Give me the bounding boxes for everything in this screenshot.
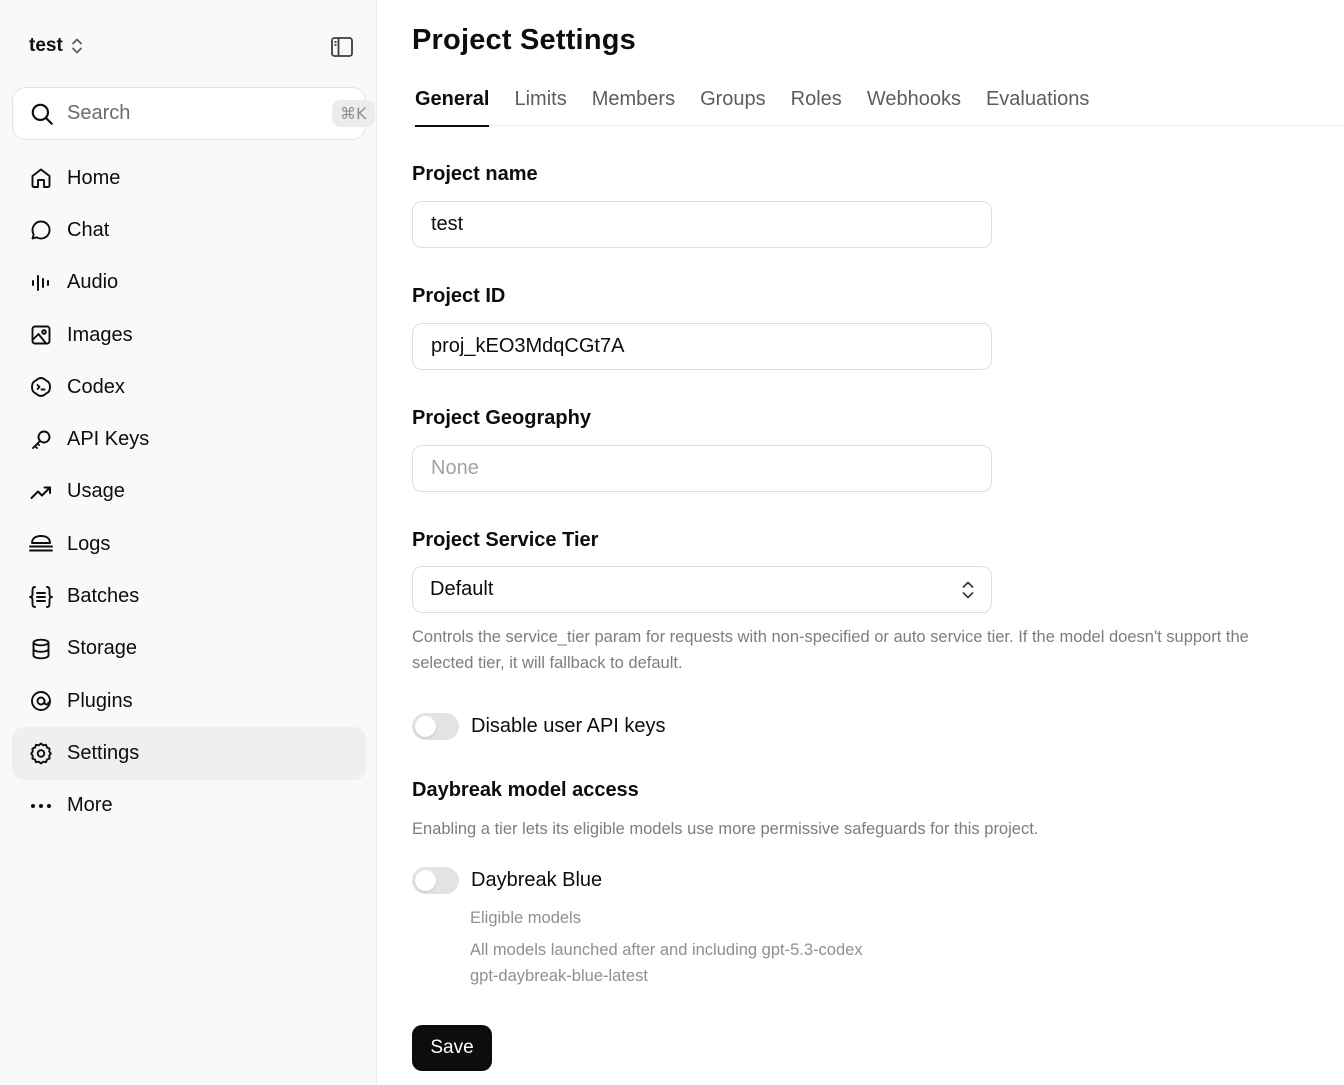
images-icon	[28, 322, 54, 348]
search-input[interactable]	[67, 102, 332, 125]
sidebar-item-label: Images	[67, 323, 133, 346]
search-icon	[29, 100, 55, 128]
disable-user-keys-toggle[interactable]	[412, 713, 459, 740]
audio-icon	[28, 270, 54, 296]
sidebar-item-label: Usage	[67, 480, 125, 503]
sidebar-item-label: Plugins	[67, 689, 133, 712]
sidebar-item-usage[interactable]: Usage	[12, 466, 366, 518]
service-tier-help: Controls the service_tier param for requ…	[412, 628, 1249, 672]
key-icon	[28, 427, 54, 453]
project-name-label: Project name	[412, 163, 538, 185]
project-id-input[interactable]	[412, 323, 992, 370]
sidebar-item-label: Logs	[67, 532, 111, 555]
sidebar-item-batches[interactable]: Batches	[12, 570, 366, 622]
sidebar-item-label: Storage	[67, 637, 138, 660]
more-icon	[28, 793, 54, 819]
logs-icon	[28, 531, 54, 557]
project-name-input[interactable]	[412, 201, 992, 248]
save-button[interactable]: Save	[412, 1025, 492, 1071]
tab-evaluations[interactable]: Evaluations	[983, 82, 1092, 126]
daybreak-description: Enabling a tier lets its eligible models…	[412, 820, 1039, 838]
project-geography-label: Project Geography	[412, 407, 591, 429]
sidebar-item-more[interactable]: More	[12, 780, 366, 832]
daybreak-blue-toggle[interactable]	[412, 867, 459, 894]
tab-general[interactable]: General	[412, 82, 492, 127]
sidebar-item-label: Settings	[67, 741, 140, 764]
sidebar-panel-icon	[331, 37, 353, 57]
eligible-models-line: gpt-daybreak-blue-latest	[470, 967, 648, 985]
codex-icon	[28, 374, 54, 400]
home-icon	[28, 165, 54, 191]
project-name: test	[29, 35, 63, 56]
sidebar-item-label: Home	[67, 166, 121, 189]
sidebar-item-storage[interactable]: Storage	[12, 623, 366, 675]
sidebar-item-audio[interactable]: Audio	[12, 257, 366, 309]
service-tier-value: Default	[430, 578, 494, 600]
tab-groups[interactable]: Groups	[697, 82, 769, 126]
plugins-icon	[28, 688, 54, 714]
search-box[interactable]: ⌘K	[12, 87, 375, 140]
sidebar-item-settings[interactable]: Settings	[12, 727, 366, 780]
daybreak-blue-label: Daybreak Blue	[471, 869, 603, 891]
sidebar-item-label: Audio	[67, 271, 119, 294]
project-id-label: Project ID	[412, 285, 506, 307]
tab-roles[interactable]: Roles	[788, 82, 845, 126]
sidebar-item-label: Chat	[67, 218, 110, 241]
sidebar-nav: Home Chat Audio Images Codex API Keys Us…	[12, 152, 366, 832]
eligible-models-line: All models launched after and including …	[470, 941, 863, 959]
sidebar-item-label: Codex	[67, 375, 125, 398]
chevron-up-down-icon	[962, 581, 974, 598]
main-content: Project Settings General Limits Members …	[378, 0, 1344, 1085]
sidebar-toggle-button[interactable]	[328, 33, 356, 61]
sidebar-item-label: API Keys	[67, 428, 150, 451]
sidebar-item-home[interactable]: Home	[12, 152, 366, 204]
tab-limits[interactable]: Limits	[511, 82, 569, 126]
disable-user-keys-label: Disable user API keys	[471, 715, 666, 737]
sidebar-item-logs[interactable]: Logs	[12, 518, 366, 570]
sidebar: test ⌘K Home Chat Audio Images Cod	[0, 0, 377, 1085]
disable-user-keys-row: Disable user API keys	[412, 713, 666, 740]
page-title: Project Settings	[412, 24, 636, 56]
daybreak-blue-row: Daybreak Blue	[412, 867, 602, 894]
usage-icon	[28, 479, 54, 505]
daybreak-heading: Daybreak model access	[412, 779, 639, 801]
eligible-models-label: Eligible models	[470, 909, 581, 927]
tab-members[interactable]: Members	[589, 82, 678, 126]
project-geography-input[interactable]	[412, 445, 992, 492]
chevron-up-down-icon	[71, 38, 82, 54]
sidebar-item-codex[interactable]: Codex	[12, 361, 366, 413]
gear-icon	[28, 740, 54, 766]
batches-icon	[28, 584, 54, 610]
settings-tabs: General Limits Members Groups Roles Webh…	[412, 82, 1344, 127]
storage-icon	[28, 636, 54, 662]
search-shortcut: ⌘K	[332, 100, 375, 127]
sidebar-item-label: More	[67, 794, 113, 817]
sidebar-item-label: Batches	[67, 585, 140, 608]
tab-webhooks[interactable]: Webhooks	[864, 82, 964, 126]
project-switcher[interactable]: test	[29, 35, 83, 57]
chat-icon	[28, 217, 54, 243]
service-tier-select[interactable]: Default	[412, 566, 992, 613]
sidebar-item-api-keys[interactable]: API Keys	[12, 413, 366, 465]
sidebar-item-plugins[interactable]: Plugins	[12, 675, 366, 727]
sidebar-item-chat[interactable]: Chat	[12, 204, 366, 256]
sidebar-item-images[interactable]: Images	[12, 309, 366, 361]
service-tier-label: Project Service Tier	[412, 529, 599, 551]
